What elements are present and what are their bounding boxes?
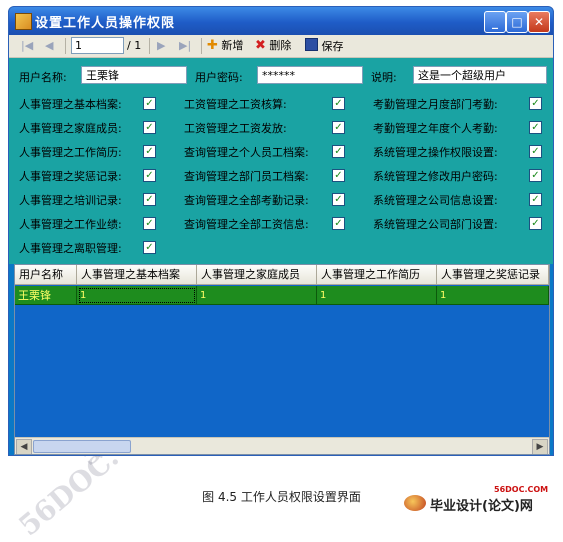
- perm-checkbox[interactable]: ✓: [529, 193, 542, 206]
- perm-checkbox[interactable]: ✓: [143, 97, 156, 110]
- perm-label: 人事管理之培训记录:: [19, 194, 122, 207]
- navigator-toolbar: |◀ ◀ 1 / 1 ▶ ▶| ✚ 新增 ✖ 删除 保存: [9, 35, 553, 58]
- site-logo: 56DOC.COM 毕业设计(论文)网: [404, 485, 554, 515]
- save-label: 保存: [321, 40, 344, 53]
- perm-label: 查询管理之个人员工档案:: [184, 146, 309, 159]
- title-bar[interactable]: 设置工作人员操作权限 _ □ ✕: [9, 7, 553, 35]
- password-field[interactable]: ******: [257, 66, 363, 84]
- perm-label: 系统管理之公司信息设置:: [373, 194, 498, 207]
- scroll-thumb[interactable]: [33, 440, 131, 453]
- note-field[interactable]: 这是一个超级用户: [413, 66, 547, 84]
- plus-icon: ✚: [207, 38, 218, 53]
- perm-label: 人事管理之奖惩记录:: [19, 170, 122, 183]
- app-icon: [15, 13, 32, 30]
- perm-checkbox[interactable]: ✓: [143, 145, 156, 158]
- perm-label: 工资管理之工资核算:: [184, 98, 287, 111]
- permissions-window: 设置工作人员操作权限 _ □ ✕ |◀ ◀ 1 / 1 ▶ ▶| ✚ 新增 ✖ …: [8, 6, 554, 456]
- maximize-button[interactable]: □: [506, 11, 528, 33]
- delete-button[interactable]: ✖ 删除: [255, 38, 291, 54]
- perm-label: 系统管理之修改用户密码:: [373, 170, 498, 183]
- perm-checkbox[interactable]: ✓: [332, 121, 345, 134]
- perm-checkbox[interactable]: ✓: [529, 121, 542, 134]
- table-cell[interactable]: 王栗锋: [15, 286, 77, 305]
- horizontal-scrollbar[interactable]: ◀ ▶: [15, 437, 549, 454]
- password-label: 用户密码:: [195, 71, 243, 84]
- column-header[interactable]: 人事管理之基本档案: [77, 265, 197, 285]
- column-header[interactable]: 人事管理之奖惩记录: [437, 265, 549, 285]
- perm-label: 人事管理之基本档案:: [19, 98, 122, 111]
- window-title: 设置工作人员操作权限: [35, 16, 176, 31]
- perm-label: 查询管理之部门员工档案:: [184, 170, 309, 183]
- perm-checkbox[interactable]: ✓: [332, 193, 345, 206]
- perm-label: 人事管理之家庭成员:: [19, 122, 122, 135]
- logo-text: 毕业设计(论文)网: [430, 499, 533, 514]
- perm-checkbox[interactable]: ✓: [143, 217, 156, 230]
- perm-checkbox[interactable]: ✓: [143, 241, 156, 254]
- move-previous-button[interactable]: ◀: [45, 38, 53, 54]
- perm-label: 工资管理之工资发放:: [184, 122, 287, 135]
- toolbar-separator: [149, 38, 150, 54]
- position-input[interactable]: 1: [71, 37, 124, 54]
- table-cell[interactable]: 1: [317, 286, 437, 305]
- username-label: 用户名称:: [19, 71, 67, 84]
- perm-checkbox[interactable]: ✓: [143, 121, 156, 134]
- permissions-form: 用户名称: 王栗锋 用户密码: ****** 说明: 这是一个超级用户 人事管理…: [9, 58, 553, 264]
- perm-label: 系统管理之公司部门设置:: [373, 218, 498, 231]
- perm-checkbox[interactable]: ✓: [143, 169, 156, 182]
- table-cell[interactable]: 1: [437, 286, 549, 305]
- delete-label: 删除: [269, 39, 292, 52]
- perm-checkbox[interactable]: ✓: [529, 97, 542, 110]
- table-cell[interactable]: 1: [197, 286, 317, 305]
- add-label: 新增: [221, 39, 244, 52]
- perm-label: 人事管理之工作简历:: [19, 146, 122, 159]
- toolbar-separator: [65, 38, 66, 54]
- column-header[interactable]: 人事管理之工作简历: [317, 265, 437, 285]
- perm-checkbox[interactable]: ✓: [143, 193, 156, 206]
- perm-label: 人事管理之离职管理:: [19, 242, 122, 255]
- move-last-button[interactable]: ▶|: [179, 38, 191, 54]
- perm-checkbox[interactable]: ✓: [529, 145, 542, 158]
- perm-checkbox[interactable]: ✓: [332, 169, 345, 182]
- toolbar-separator: [201, 38, 202, 54]
- perm-checkbox[interactable]: ✓: [529, 217, 542, 230]
- close-button[interactable]: ✕: [528, 11, 550, 33]
- record-count: / 1: [127, 39, 142, 52]
- table-cell[interactable]: 1: [77, 286, 197, 305]
- scroll-right-button[interactable]: ▶: [532, 439, 548, 454]
- perm-label: 查询管理之全部考勤记录:: [184, 194, 309, 207]
- perm-label: 系统管理之操作权限设置:: [373, 146, 498, 159]
- add-button[interactable]: ✚ 新增: [207, 38, 243, 54]
- perm-checkbox[interactable]: ✓: [529, 169, 542, 182]
- perm-label: 考勤管理之年度个人考勤:: [373, 122, 498, 135]
- scroll-left-button[interactable]: ◀: [16, 439, 32, 454]
- column-header[interactable]: 人事管理之家庭成员: [197, 265, 317, 285]
- perm-label: 考勤管理之月度部门考勤:: [373, 98, 498, 111]
- logo-url: 56DOC.COM: [494, 485, 549, 494]
- perm-label: 查询管理之全部工资信息:: [184, 218, 309, 231]
- save-icon: [305, 38, 318, 51]
- minimize-button[interactable]: _: [484, 11, 506, 33]
- perm-checkbox[interactable]: ✓: [332, 97, 345, 110]
- perm-checkbox[interactable]: ✓: [332, 217, 345, 230]
- column-header[interactable]: 用户名称: [15, 265, 77, 285]
- perm-label: 人事管理之工作业绩:: [19, 218, 122, 231]
- username-field[interactable]: 王栗锋: [81, 66, 187, 84]
- save-button[interactable]: 保存: [305, 38, 344, 54]
- perm-checkbox[interactable]: ✓: [332, 145, 345, 158]
- user-permissions-grid[interactable]: 用户名称 人事管理之基本档案 人事管理之家庭成员 人事管理之工作简历 人事管理之…: [14, 264, 550, 455]
- move-first-button[interactable]: |◀: [21, 38, 33, 54]
- logo-icon: [404, 495, 426, 511]
- note-label: 说明:: [371, 71, 397, 84]
- move-next-button[interactable]: ▶: [157, 38, 165, 54]
- delete-icon: ✖: [255, 38, 266, 53]
